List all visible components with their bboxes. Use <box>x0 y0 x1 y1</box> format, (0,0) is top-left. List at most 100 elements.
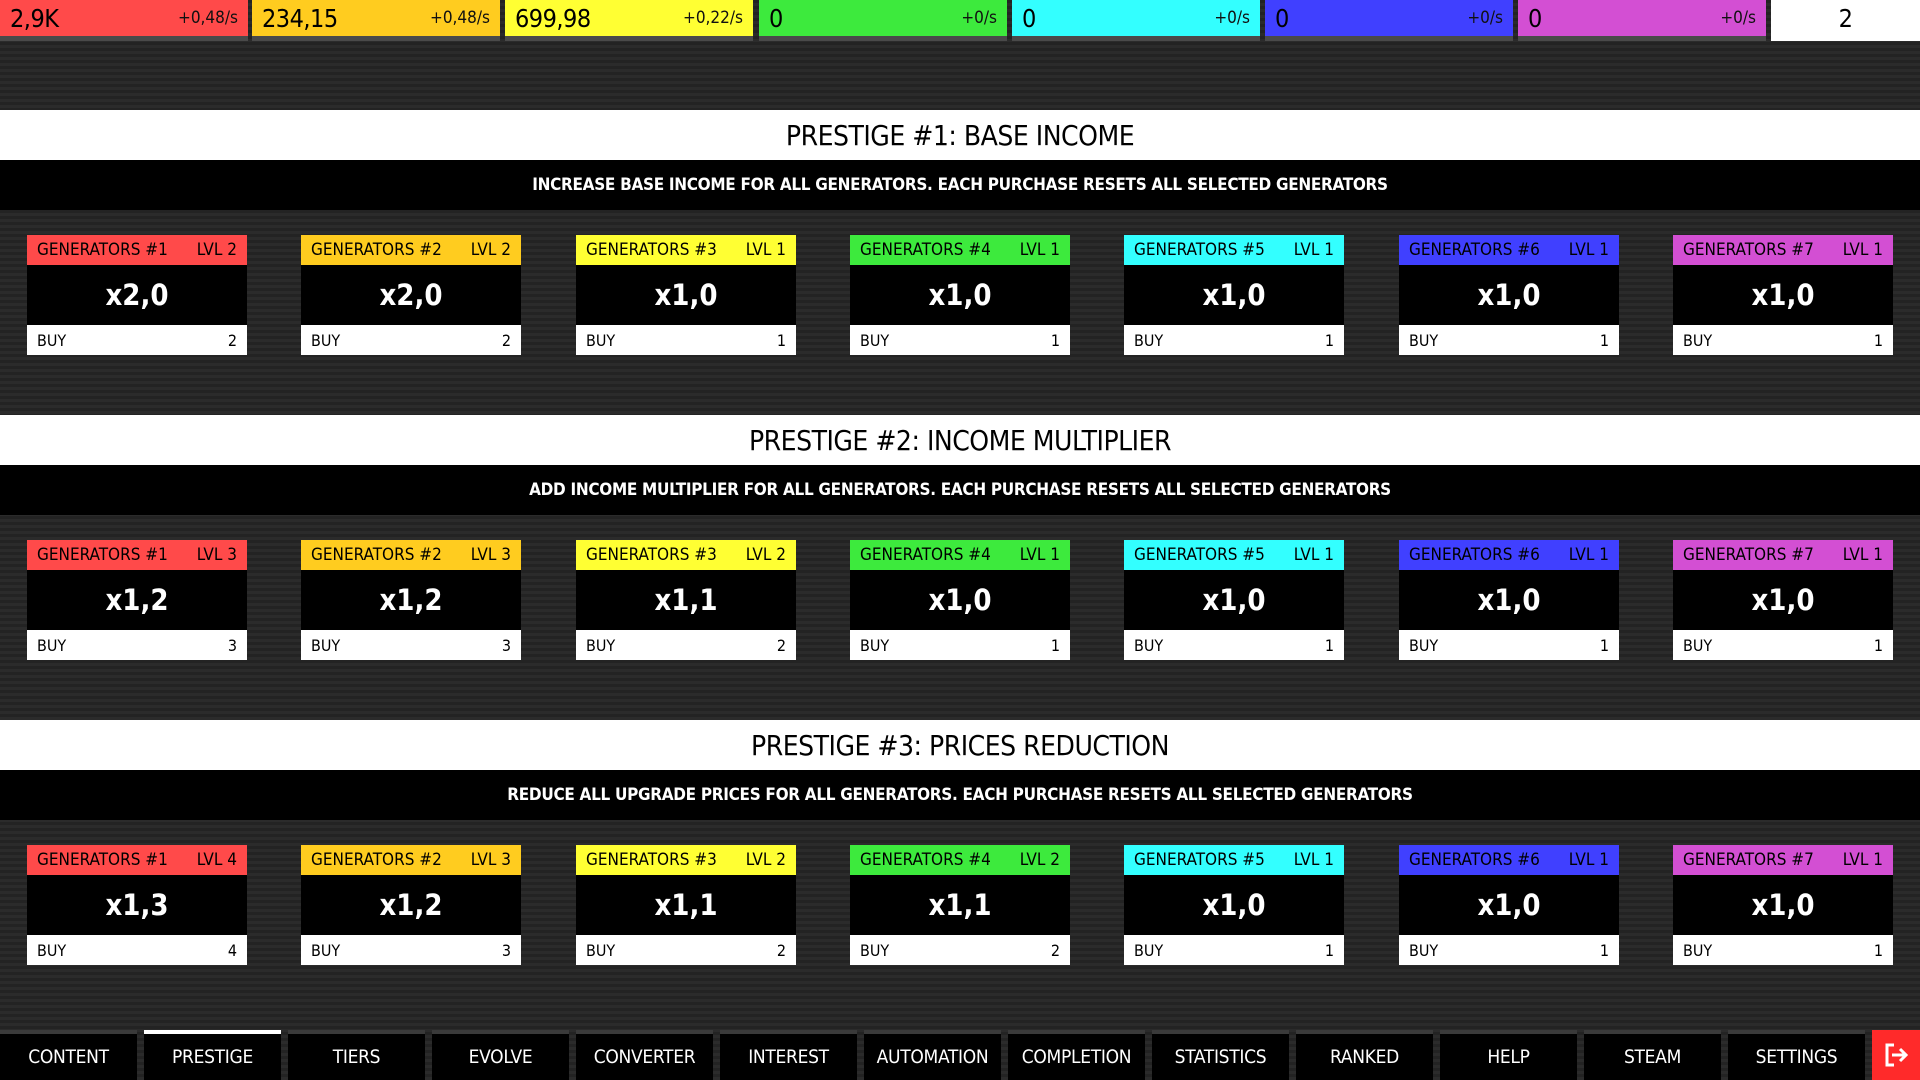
card-header: GENERATORS #1 LVL 3 <box>27 540 247 570</box>
card-header: GENERATORS #6 LVL 1 <box>1399 235 1619 265</box>
buy-button[interactable]: BUY 1 <box>1399 935 1619 965</box>
generator-level: LVL 2 <box>196 240 237 260</box>
multiplier-value: x1,2 <box>27 570 247 630</box>
buy-button[interactable]: BUY 1 <box>850 325 1070 355</box>
buy-label: BUY <box>1683 635 1713 655</box>
tab-prestige[interactable]: PRESTIGE <box>144 1030 281 1080</box>
buy-button[interactable]: BUY 1 <box>1399 630 1619 660</box>
multiplier-value: x2,0 <box>301 265 521 325</box>
generator-card-2: GENERATORS #2 LVL 3 x1,2 BUY 3 <box>301 845 521 965</box>
multiplier-value: x1,0 <box>1399 875 1619 935</box>
buy-button[interactable]: BUY 1 <box>1399 325 1619 355</box>
multiplier-value: x2,0 <box>27 265 247 325</box>
generator-card-2: GENERATORS #2 LVL 3 x1,2 BUY 3 <box>301 540 521 660</box>
buy-button[interactable]: BUY 2 <box>576 630 796 660</box>
tab-steam[interactable]: STEAM <box>1584 1030 1721 1080</box>
tab-automation[interactable]: AUTOMATION <box>864 1030 1001 1080</box>
buy-label: BUY <box>860 635 890 655</box>
buy-cost: 1 <box>1599 635 1609 655</box>
buy-button[interactable]: BUY 1 <box>1124 935 1344 965</box>
resource-1: 2,9K +0,48/s <box>0 0 248 41</box>
buy-button[interactable]: BUY 1 <box>1124 325 1344 355</box>
generator-level: LVL 2 <box>745 850 786 870</box>
card-header: GENERATORS #2 LVL 3 <box>301 540 521 570</box>
card-header: GENERATORS #1 LVL 2 <box>27 235 247 265</box>
generator-name: GENERATORS #7 <box>1683 850 1814 870</box>
card-header: GENERATORS #7 LVL 1 <box>1673 235 1893 265</box>
multiplier-value: x1,0 <box>1673 570 1893 630</box>
multiplier-value: x1,2 <box>301 875 521 935</box>
multiplier-value: x1,2 <box>301 570 521 630</box>
tab-completion[interactable]: COMPLETION <box>1008 1030 1145 1080</box>
tab-converter[interactable]: CONVERTER <box>576 1030 713 1080</box>
generator-level: LVL 2 <box>470 240 511 260</box>
tab-evolve[interactable]: EVOLVE <box>432 1030 569 1080</box>
buy-button[interactable]: BUY 3 <box>301 630 521 660</box>
generator-card-2: GENERATORS #2 LVL 2 x2,0 BUY 2 <box>301 235 521 355</box>
resource-rate: +0/s <box>1214 8 1250 28</box>
generator-level: LVL 1 <box>1568 850 1609 870</box>
buy-button[interactable]: BUY 1 <box>1673 325 1893 355</box>
counter-value: 2 <box>1838 3 1853 33</box>
tab-help[interactable]: HELP <box>1440 1030 1577 1080</box>
buy-button[interactable]: BUY 1 <box>850 630 1070 660</box>
buy-button[interactable]: BUY 1 <box>1673 935 1893 965</box>
buy-button[interactable]: BUY 1 <box>1673 630 1893 660</box>
multiplier-value: x1,0 <box>850 570 1070 630</box>
buy-label: BUY <box>586 330 616 350</box>
section-description: ADD INCOME MULTIPLIER FOR ALL GENERATORS… <box>0 465 1920 515</box>
buy-button[interactable]: BUY 1 <box>1124 630 1344 660</box>
generator-name: GENERATORS #1 <box>37 850 168 870</box>
generator-level: LVL 2 <box>745 545 786 565</box>
generator-card-3: GENERATORS #3 LVL 2 x1,1 BUY 2 <box>576 845 796 965</box>
buy-cost: 1 <box>776 330 786 350</box>
resource-rate: +0,22/s <box>683 8 743 28</box>
buy-cost: 1 <box>1324 635 1334 655</box>
card-header: GENERATORS #2 LVL 2 <box>301 235 521 265</box>
generator-name: GENERATORS #6 <box>1409 850 1540 870</box>
buy-cost: 4 <box>227 940 237 960</box>
buy-button[interactable]: BUY 3 <box>301 935 521 965</box>
buy-label: BUY <box>586 940 616 960</box>
generator-name: GENERATORS #1 <box>37 545 168 565</box>
card-header: GENERATORS #6 LVL 1 <box>1399 540 1619 570</box>
buy-label: BUY <box>1134 635 1164 655</box>
generator-level: LVL 4 <box>196 850 237 870</box>
resource-4: 0 +0/s <box>759 0 1007 41</box>
exit-button[interactable] <box>1872 1030 1920 1080</box>
resource-5: 0 +0/s <box>1012 0 1260 41</box>
buy-cost: 3 <box>501 635 511 655</box>
tab-statistics[interactable]: STATISTICS <box>1152 1030 1289 1080</box>
buy-label: BUY <box>311 330 341 350</box>
multiplier-value: x1,0 <box>1673 265 1893 325</box>
generator-name: GENERATORS #4 <box>860 545 991 565</box>
buy-button[interactable]: BUY 3 <box>27 630 247 660</box>
buy-cost: 2 <box>776 635 786 655</box>
generator-card-4: GENERATORS #4 LVL 2 x1,1 BUY 2 <box>850 845 1070 965</box>
resource-6: 0 +0/s <box>1265 0 1513 41</box>
buy-button[interactable]: BUY 2 <box>576 935 796 965</box>
tab-interest[interactable]: INTEREST <box>720 1030 857 1080</box>
generator-card-7: GENERATORS #7 LVL 1 x1,0 BUY 1 <box>1673 235 1893 355</box>
buy-label: BUY <box>586 635 616 655</box>
buy-cost: 1 <box>1599 940 1609 960</box>
tab-content[interactable]: CONTENT <box>0 1030 137 1080</box>
tab-ranked[interactable]: RANKED <box>1296 1030 1433 1080</box>
buy-button[interactable]: BUY 2 <box>27 325 247 355</box>
buy-cost: 2 <box>776 940 786 960</box>
resource-rate: +0,48/s <box>178 8 238 28</box>
tab-settings[interactable]: SETTINGS <box>1728 1030 1865 1080</box>
buy-cost: 1 <box>1050 635 1060 655</box>
generator-card-4: GENERATORS #4 LVL 1 x1,0 BUY 1 <box>850 540 1070 660</box>
buy-button[interactable]: BUY 2 <box>850 935 1070 965</box>
buy-button[interactable]: BUY 2 <box>301 325 521 355</box>
tab-tiers[interactable]: TIERS <box>288 1030 425 1080</box>
resource-rate: +0,48/s <box>430 8 490 28</box>
buy-button[interactable]: BUY 1 <box>576 325 796 355</box>
resource-rate: +0/s <box>1467 8 1503 28</box>
buy-label: BUY <box>1409 330 1439 350</box>
generator-name: GENERATORS #5 <box>1134 850 1265 870</box>
buy-button[interactable]: BUY 4 <box>27 935 247 965</box>
generator-level: LVL 1 <box>1568 545 1609 565</box>
multiplier-value: x1,0 <box>1399 570 1619 630</box>
